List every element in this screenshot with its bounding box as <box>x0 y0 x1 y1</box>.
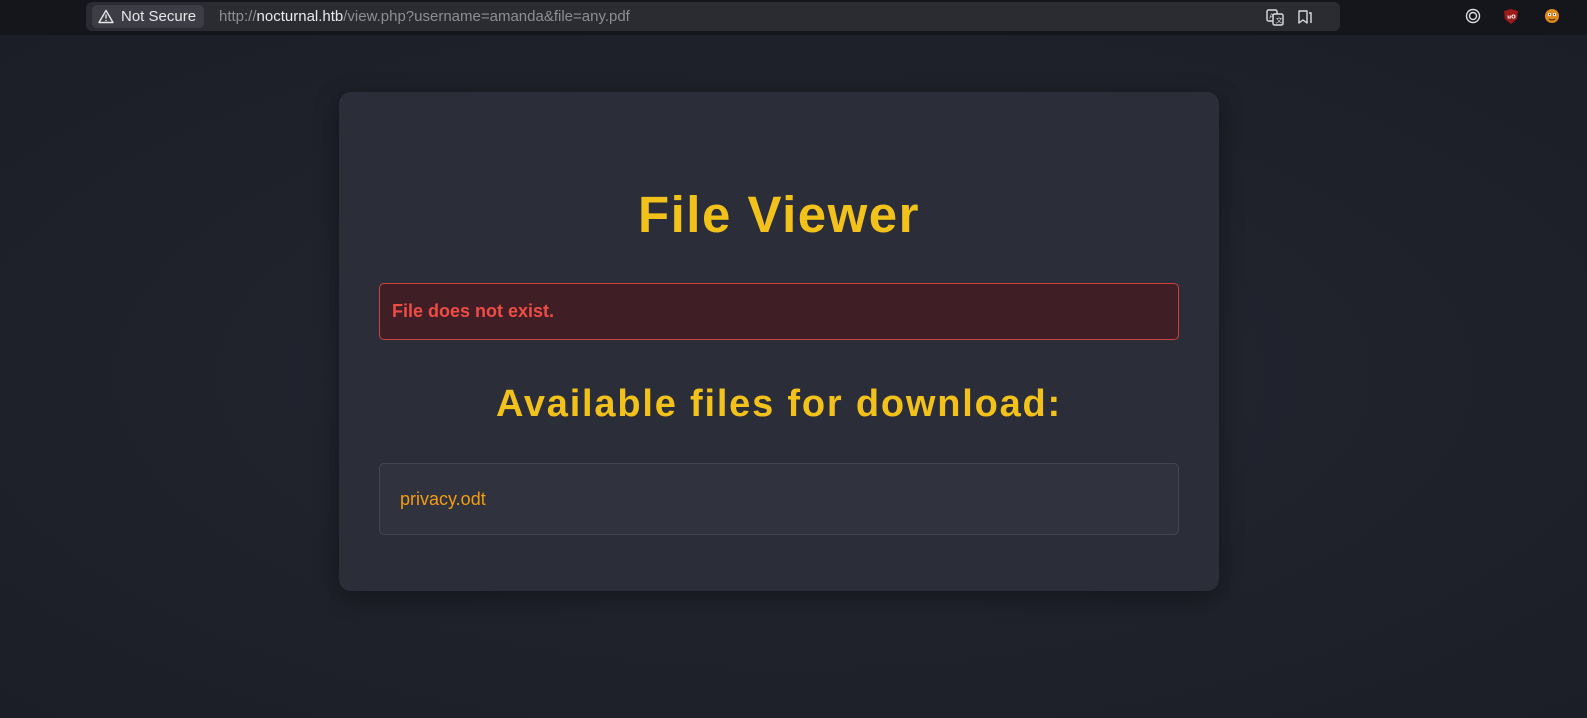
ublock-icon[interactable]: uO <box>1502 7 1520 25</box>
address-bar[interactable]: Not Secure http://nocturnal.htb/view.php… <box>86 2 1340 31</box>
url-path: /view.php?username=amanda&file=any.pdf <box>343 8 630 25</box>
url-text[interactable]: http://nocturnal.htb/view.php?username=a… <box>219 2 630 31</box>
url-scheme: http:// <box>219 8 257 25</box>
warning-triangle-icon <box>98 9 114 24</box>
tracking-protection-icon[interactable] <box>1464 7 1482 25</box>
files-heading: Available files for download: <box>496 383 1062 425</box>
extension-icon[interactable] <box>1543 7 1561 25</box>
error-message: File does not exist. <box>392 301 555 321</box>
translate-icon[interactable]: A 文 <box>1266 8 1284 26</box>
svg-text:文: 文 <box>1276 16 1283 25</box>
security-indicator[interactable]: Not Secure <box>92 5 205 28</box>
page-viewport: File Viewer File does not exist. Availab… <box>0 35 1587 718</box>
file-viewer-card: File Viewer File does not exist. Availab… <box>339 92 1219 591</box>
svg-text:A: A <box>1269 13 1274 21</box>
error-alert: File does not exist. <box>379 283 1179 340</box>
file-download-link[interactable]: privacy.odt <box>400 464 486 534</box>
url-host: nocturnal.htb <box>256 8 344 25</box>
file-list-item: privacy.odt <box>379 463 1179 535</box>
reader-mode-icon[interactable] <box>1296 8 1314 26</box>
page-title: File Viewer <box>637 186 921 243</box>
security-label: Not Secure <box>121 8 197 25</box>
svg-text:uO: uO <box>1507 14 1516 20</box>
browser-toolbar: Not Secure http://nocturnal.htb/view.php… <box>0 0 1587 35</box>
